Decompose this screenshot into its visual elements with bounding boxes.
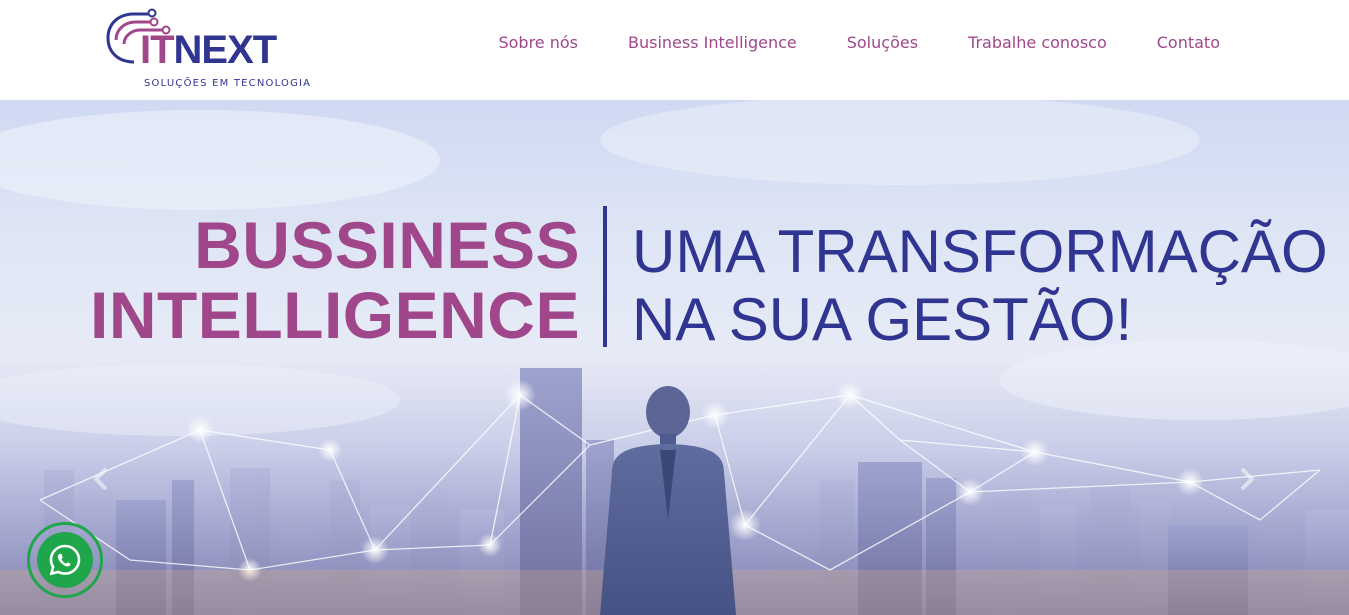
hero-banner: BUSSINESS INTELLIGENCE UMA TRANSFORMAÇÃO… (0, 100, 1349, 615)
logo[interactable]: ITNEXT SOLUÇÕES EM TECNOLOGIA (104, 8, 312, 92)
hero-headline-line-1: BUSSINESS (194, 208, 580, 282)
main-nav: Sobre nós Business Intelligence Soluções… (498, 32, 1220, 54)
logo-tagline: SOLUÇÕES EM TECNOLOGIA (144, 78, 312, 89)
headline-divider (603, 206, 607, 347)
chevron-right-icon (1240, 467, 1255, 491)
nav-solucoes[interactable]: Soluções (847, 32, 918, 54)
whatsapp-button[interactable] (27, 522, 103, 598)
hero-headline-line-2: INTELLIGENCE (89, 278, 580, 352)
nav-sobre-nos[interactable]: Sobre nós (498, 32, 578, 54)
logo-word-next: NEXT (173, 28, 278, 72)
site-header: ITNEXT SOLUÇÕES EM TECNOLOGIA Sobre nós … (0, 0, 1349, 100)
hero-headline-right: UMA TRANSFORMAÇÃO NA SUA GESTÃO! (632, 218, 1332, 354)
logo-word-it: IT (140, 28, 175, 72)
nav-trabalhe-conosco[interactable]: Trabalhe conosco (968, 32, 1107, 54)
whatsapp-button-circle[interactable] (37, 532, 93, 588)
hero-subline-2: NA SUA GESTÃO! (632, 286, 1133, 353)
carousel-prev-button[interactable] (90, 466, 112, 492)
logo-wordmark: ITNEXT (140, 28, 278, 72)
chevron-left-icon (93, 467, 108, 491)
hero-cityscape-illustration (0, 100, 1349, 615)
nav-business-intelligence[interactable]: Business Intelligence (628, 32, 797, 54)
whatsapp-icon (49, 544, 81, 576)
hero-subline-1: UMA TRANSFORMAÇÃO (632, 218, 1328, 285)
hero-headline-left: BUSSINESS INTELLIGENCE (80, 210, 580, 350)
carousel-next-button[interactable] (1236, 466, 1258, 492)
nav-contato[interactable]: Contato (1157, 32, 1220, 54)
